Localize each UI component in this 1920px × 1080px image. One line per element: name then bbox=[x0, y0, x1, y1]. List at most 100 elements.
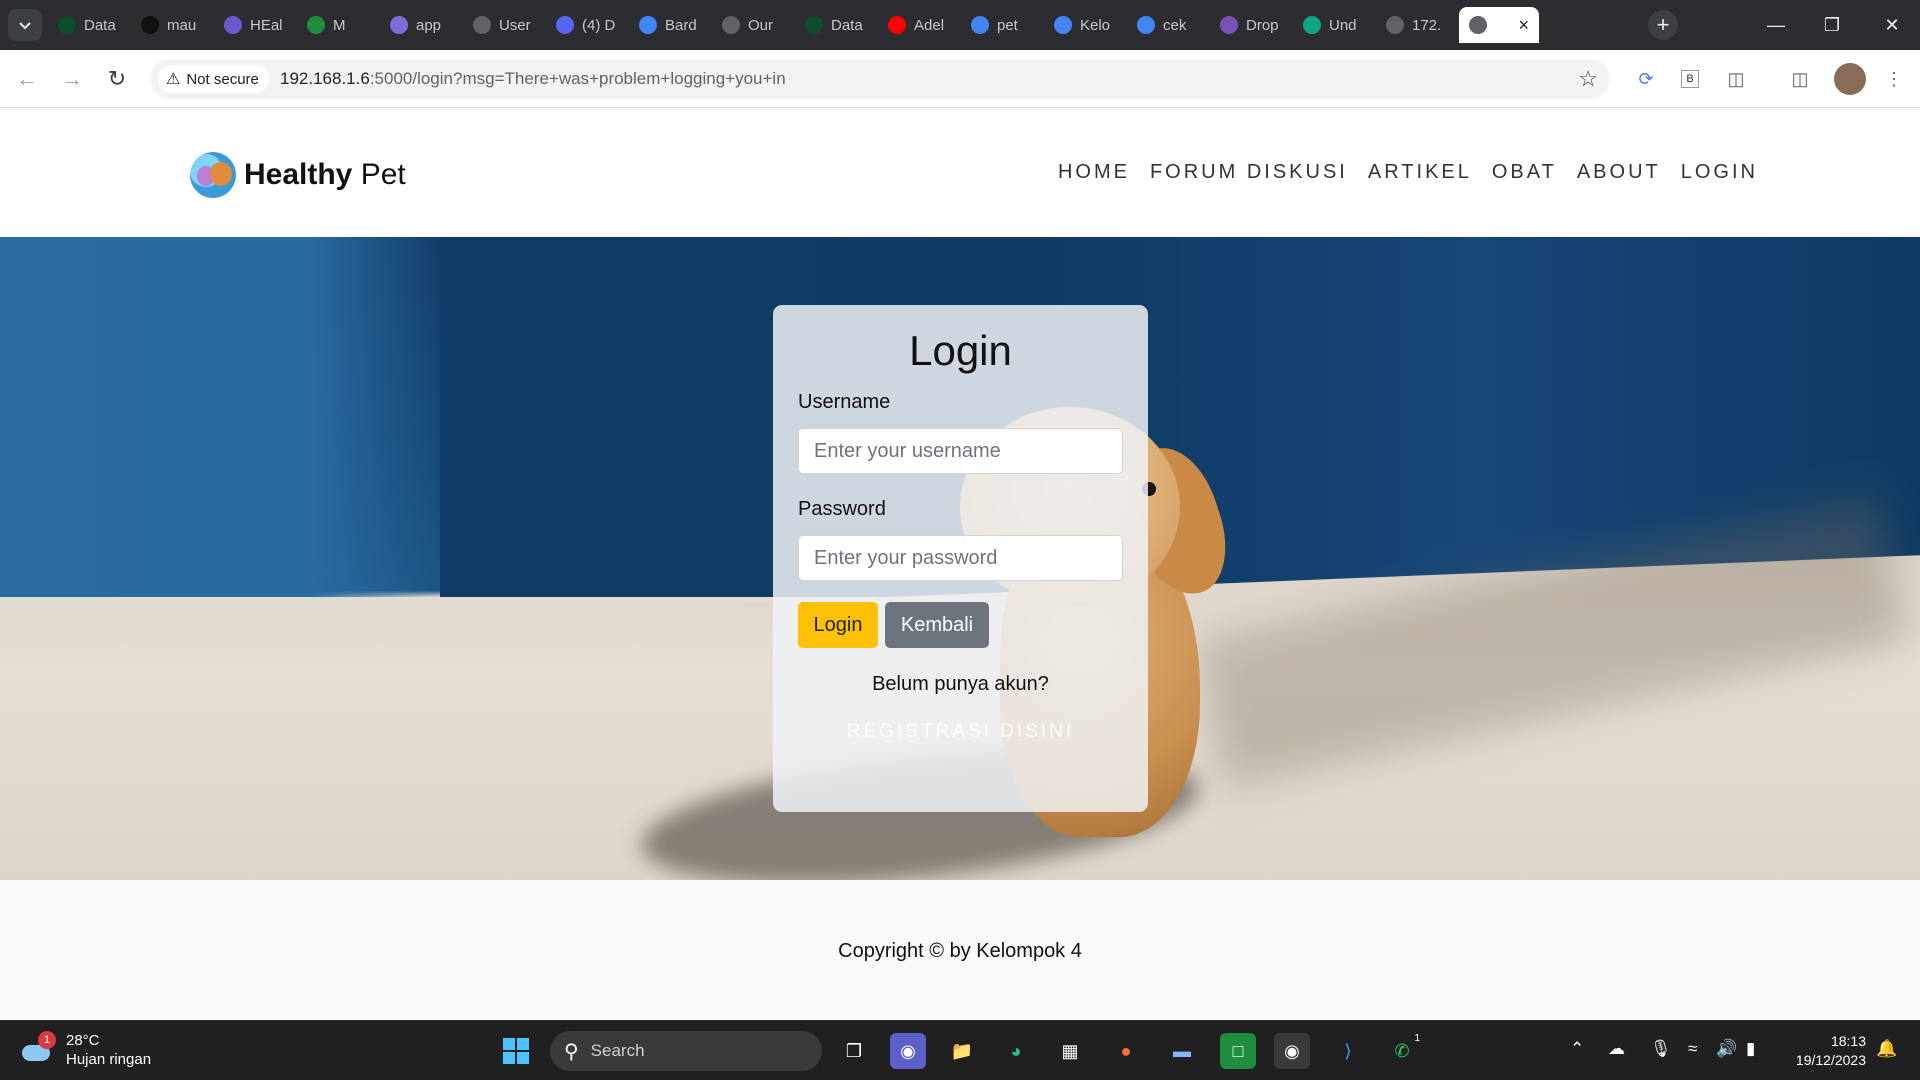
mongodb-leaf-icon bbox=[58, 16, 76, 34]
browser-tab[interactable]: app bbox=[380, 7, 461, 43]
reload-button[interactable]: ↻ bbox=[100, 62, 134, 96]
extension-bootstrap-icon[interactable]: B bbox=[1676, 65, 1704, 93]
profile-avatar[interactable] bbox=[1834, 63, 1866, 95]
file-explorer-icon[interactable]: 📁 bbox=[944, 1033, 980, 1069]
browser-tab[interactable]: User bbox=[463, 7, 544, 43]
login-button[interactable]: Login bbox=[798, 602, 878, 648]
google-icon bbox=[1137, 16, 1155, 34]
classroom-icon[interactable]: □ bbox=[1220, 1033, 1256, 1069]
tab-title: app bbox=[416, 16, 442, 34]
teams-chat-icon[interactable]: ◉ bbox=[890, 1033, 926, 1069]
side-panel-icon[interactable]: ◫ bbox=[1786, 65, 1814, 93]
username-label: Username bbox=[798, 391, 891, 413]
tab-title: M bbox=[333, 16, 346, 34]
browser-tab[interactable]: 172. bbox=[1376, 7, 1457, 43]
tab-title: pet bbox=[997, 16, 1018, 34]
password-input[interactable] bbox=[798, 535, 1123, 581]
weather-temp: 28°C bbox=[66, 1032, 100, 1049]
new-tab-button[interactable]: + bbox=[1648, 10, 1678, 40]
tab-title: Kelo bbox=[1080, 16, 1111, 34]
windows-start-icon[interactable] bbox=[498, 1033, 534, 1069]
system-clock[interactable]: 18:13 19/12/2023 bbox=[1796, 1032, 1866, 1070]
browser-tab[interactable]: M bbox=[297, 7, 378, 43]
microsoft-store-icon[interactable]: ▦ bbox=[1052, 1033, 1088, 1069]
mongodb-leaf-icon bbox=[805, 16, 823, 34]
close-tab-icon[interactable]: × bbox=[1518, 15, 1529, 36]
restore-button[interactable]: ❐ bbox=[1804, 0, 1860, 50]
notification-bell-icon[interactable]: 🔔 bbox=[1876, 1039, 1897, 1059]
extensions-puzzle-icon[interactable]: ◫ bbox=[1722, 65, 1750, 93]
bookmark-star-icon[interactable]: ☆ bbox=[1578, 67, 1598, 91]
browser-tab[interactable]: Drop bbox=[1210, 7, 1291, 43]
browser-tab[interactable]: mau bbox=[131, 7, 212, 43]
task-view-icon[interactable]: ❐ bbox=[836, 1033, 872, 1069]
edge-icon[interactable]: ◕ bbox=[998, 1033, 1034, 1069]
github-icon bbox=[141, 16, 159, 34]
tab-title: Drop bbox=[1246, 16, 1279, 34]
wifi-icon[interactable]: ≈ bbox=[1688, 1039, 1697, 1059]
chevron-down-icon bbox=[19, 22, 31, 30]
browser-tab[interactable]: cek bbox=[1127, 7, 1208, 43]
login-title: Login bbox=[909, 327, 1012, 374]
browser-tab[interactable]: Bard bbox=[629, 7, 710, 43]
nav-obat[interactable]: OBAT bbox=[1492, 161, 1557, 184]
kembali-button[interactable]: Kembali bbox=[885, 602, 989, 648]
rain-cloud-icon: 1 bbox=[20, 1031, 56, 1065]
browser-tab[interactable]: Und bbox=[1293, 7, 1374, 43]
username-input[interactable] bbox=[798, 428, 1123, 474]
back-button[interactable]: ← bbox=[10, 62, 44, 96]
reload-icon: ↻ bbox=[107, 66, 127, 91]
nav-forum-diskusi[interactable]: FORUM DISKUSI bbox=[1150, 161, 1348, 184]
bootstrap-icon bbox=[1220, 16, 1238, 34]
security-label: Not secure bbox=[186, 70, 259, 88]
browser-tab[interactable]: Our bbox=[712, 7, 793, 43]
tray-chevron-up-icon[interactable]: ⌃ bbox=[1570, 1039, 1584, 1059]
minimize-button[interactable]: — bbox=[1748, 0, 1804, 50]
browser-tab[interactable]: Adel bbox=[878, 7, 959, 43]
app-icon bbox=[224, 16, 242, 34]
register-link[interactable]: REGISTRASI DISINI bbox=[773, 721, 1148, 743]
url-host: 192.168.1.6 bbox=[280, 69, 370, 88]
browser-tabstrip: Data mau HEal Mapp User (4) D Bard Our Data Adel p… bbox=[0, 0, 1920, 50]
chrome-icon[interactable]: ◉ bbox=[1274, 1033, 1310, 1069]
nav-login[interactable]: LOGIN bbox=[1681, 161, 1758, 184]
app-icon bbox=[390, 16, 408, 34]
login-card: Login Username Password Login Kembali Be… bbox=[773, 305, 1148, 812]
brand[interactable]: Healthy Pet bbox=[190, 152, 406, 198]
brand-name: Healthy Pet bbox=[244, 158, 406, 191]
browser-tab[interactable]: Data bbox=[795, 7, 876, 43]
password-label: Password bbox=[798, 498, 886, 520]
forward-button[interactable]: → bbox=[55, 62, 89, 96]
whatsapp-icon[interactable]: ✆ 1 bbox=[1384, 1033, 1420, 1069]
nav-about[interactable]: ABOUT bbox=[1577, 161, 1661, 184]
firefox-icon[interactable]: ● bbox=[1108, 1033, 1144, 1069]
microphone-icon[interactable]: 🎙 bbox=[1650, 1039, 1672, 1059]
arrow-left-icon: ← bbox=[16, 66, 38, 91]
extension-sync-icon[interactable]: ⟳ bbox=[1632, 65, 1660, 93]
app-shortcut-icon[interactable]: ▬ bbox=[1164, 1033, 1200, 1069]
active-browser-tab[interactable]: × bbox=[1459, 7, 1539, 43]
tab-title: 172. bbox=[1412, 16, 1442, 34]
tab-list: Data mau HEal Mapp User (4) D Bard Our Data Adel p… bbox=[48, 7, 1541, 43]
battery-icon[interactable]: ▮ bbox=[1746, 1039, 1755, 1059]
browser-tab[interactable]: Data bbox=[48, 7, 129, 43]
taskbar-search[interactable]: ⚲ Search bbox=[550, 1031, 822, 1071]
browser-tab[interactable]: (4) D bbox=[546, 7, 627, 43]
browser-tab[interactable]: Kelo bbox=[1044, 7, 1125, 43]
weather-badge: 1 bbox=[38, 1031, 56, 1049]
volume-icon[interactable]: 🔊 bbox=[1716, 1039, 1737, 1059]
browser-tab[interactable]: HEal bbox=[214, 7, 295, 43]
url-text[interactable]: 192.168.1.6:5000/login?msg=There+was+pro… bbox=[280, 59, 786, 99]
tab-search-button[interactable] bbox=[8, 9, 42, 41]
nav-home[interactable]: HOME bbox=[1058, 161, 1130, 184]
close-window-button[interactable]: ✕ bbox=[1864, 0, 1920, 50]
browser-tab[interactable]: pet bbox=[961, 7, 1042, 43]
vscode-icon[interactable]: ⟩ bbox=[1330, 1033, 1366, 1069]
globe-icon bbox=[473, 16, 491, 34]
weather-widget[interactable]: 1 28°C Hujan ringan bbox=[20, 1031, 151, 1069]
site-info-chip[interactable]: ⚠ Not secure bbox=[158, 65, 269, 93]
nav-artikel[interactable]: ARTIKEL bbox=[1368, 161, 1472, 184]
menu-kebab-icon[interactable]: ⋮ bbox=[1880, 65, 1908, 93]
onedrive-icon[interactable]: ☁ bbox=[1608, 1039, 1625, 1059]
address-bar[interactable]: ⚠ Not secure 192.168.1.6:5000/login?msg=… bbox=[150, 59, 1610, 99]
